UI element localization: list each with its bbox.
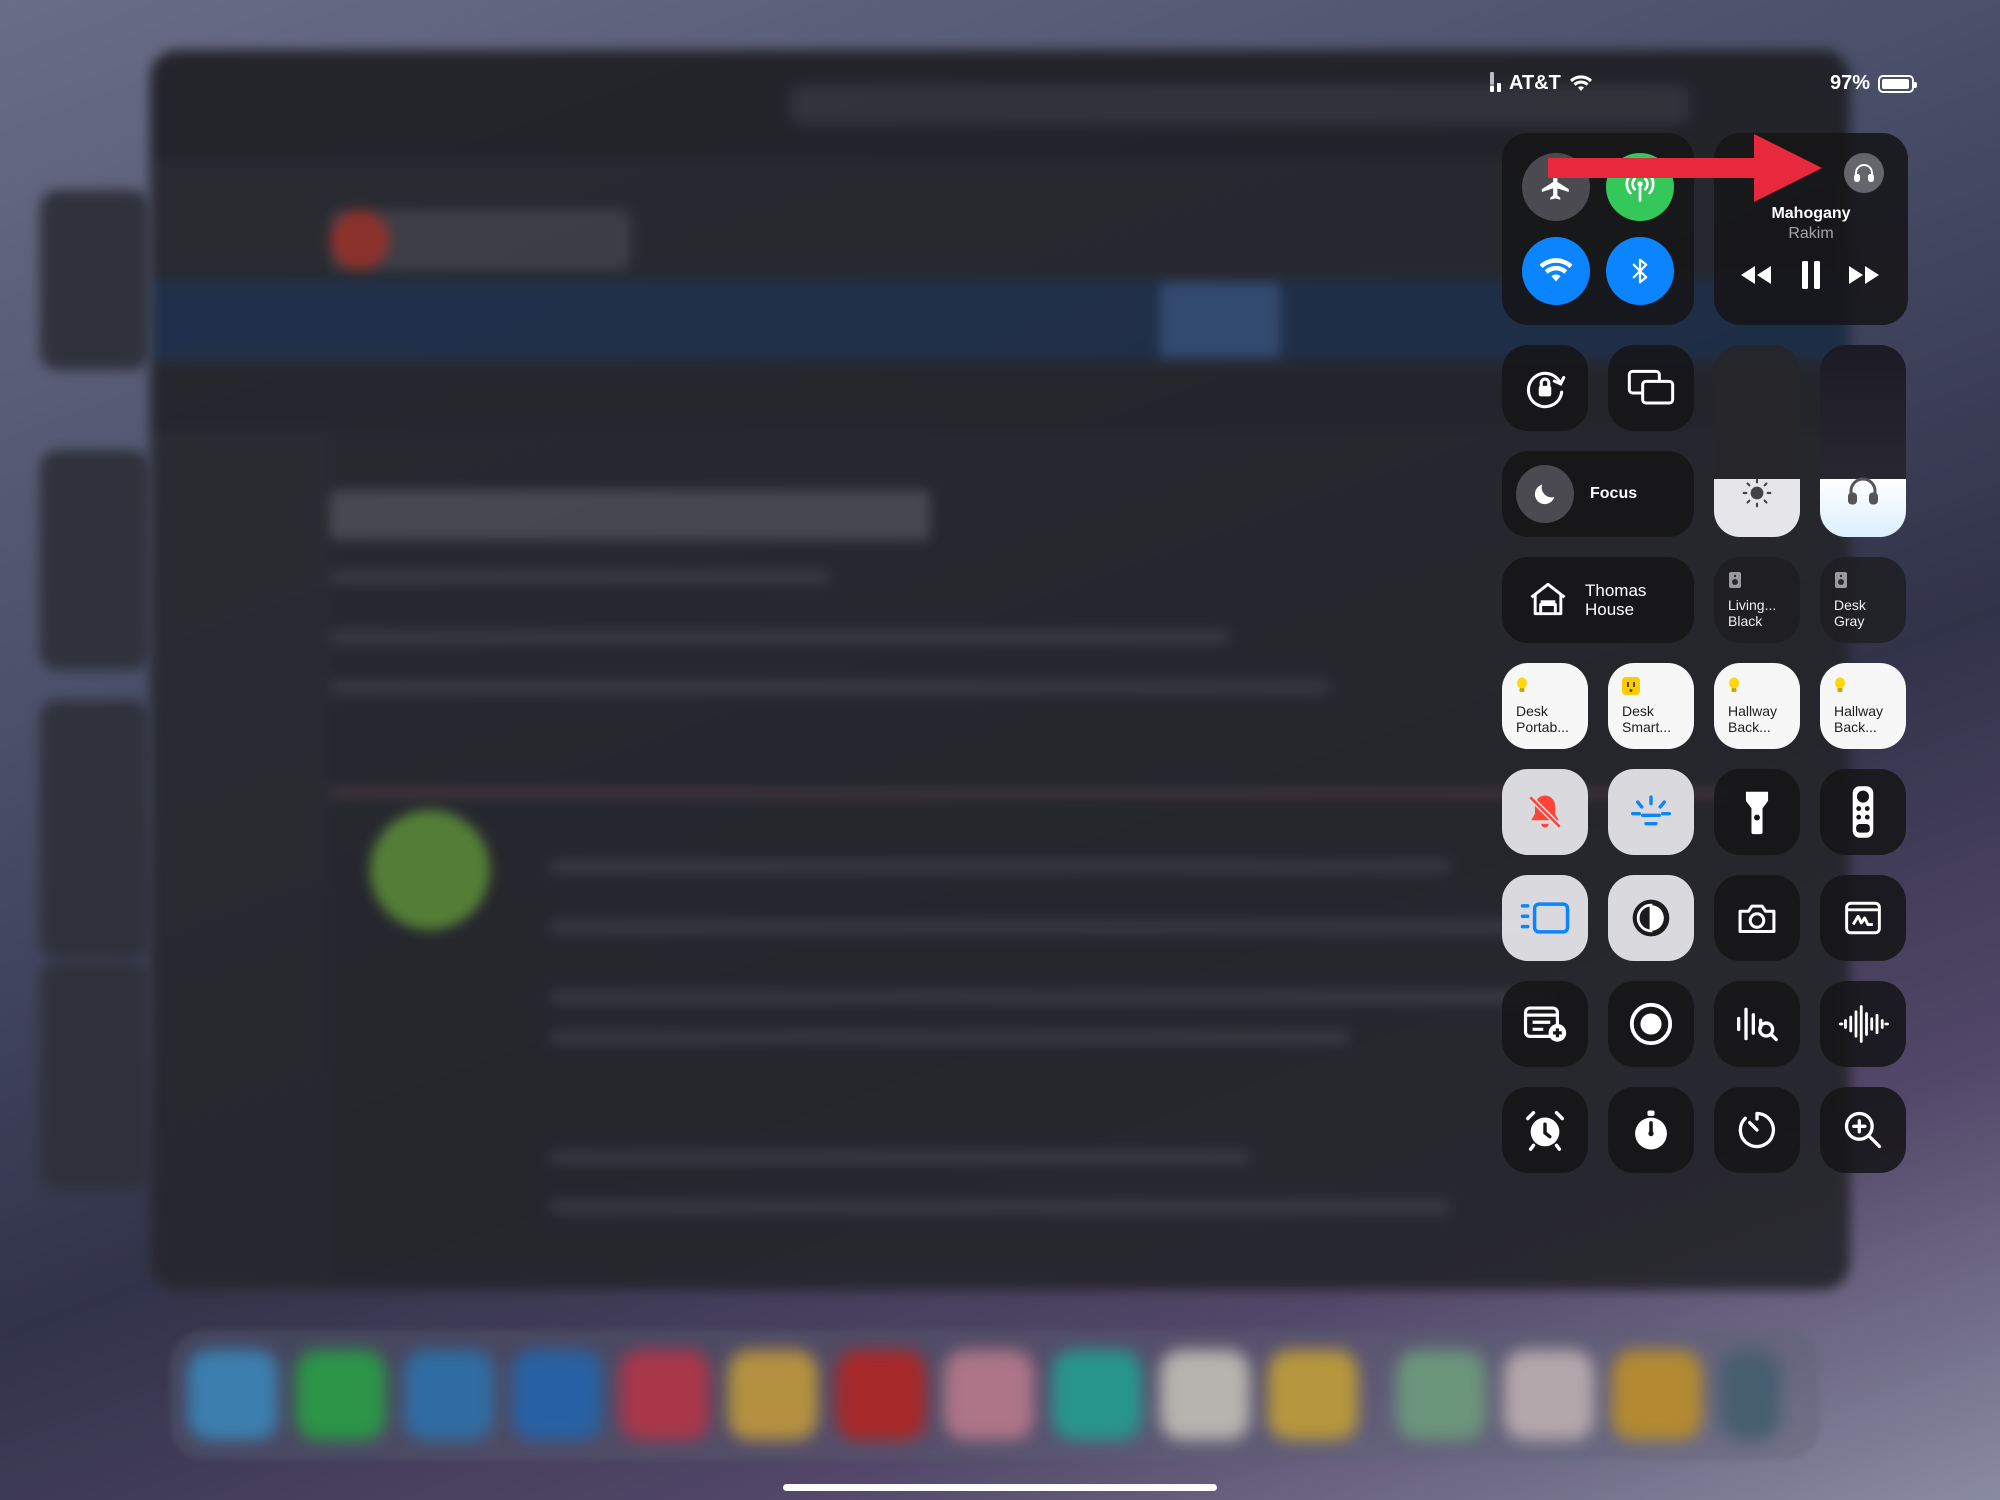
audio-output-button[interactable] xyxy=(1844,153,1884,193)
pause-icon xyxy=(1802,261,1820,289)
accessory-tile-hallway-2[interactable]: Hallway Back... xyxy=(1820,663,1906,749)
flashlight-button[interactable] xyxy=(1714,769,1800,855)
voice-memos-button[interactable] xyxy=(1820,981,1906,1067)
rewind-icon xyxy=(1741,266,1771,284)
headphones-icon xyxy=(1854,164,1874,182)
dark-mode-button[interactable] xyxy=(1608,875,1694,961)
speaker-tile-desk[interactable]: Desk Gray xyxy=(1820,557,1906,643)
status-bar-right: 97% xyxy=(1830,72,1918,95)
stopwatch-icon xyxy=(1635,1110,1667,1150)
brightness-slider[interactable] xyxy=(1714,345,1800,537)
add-note-icon xyxy=(1523,1006,1567,1042)
screen-recording-icon xyxy=(1629,1002,1673,1046)
timer-button[interactable] xyxy=(1714,1087,1800,1173)
camera-button[interactable] xyxy=(1714,875,1800,961)
accessory-label: Desk Portab... xyxy=(1516,703,1569,735)
focus-icon-circle xyxy=(1516,465,1574,523)
cellular-signal-icon xyxy=(1490,72,1501,92)
accessory-tile-hallway-1[interactable]: Hallway Back... xyxy=(1714,663,1800,749)
accessory-tile-desk-portable[interactable]: Desk Portab... xyxy=(1502,663,1588,749)
camera-icon xyxy=(1738,904,1776,934)
flashlight-icon xyxy=(1745,791,1769,835)
screen-recording-button[interactable] xyxy=(1608,981,1694,1067)
voice-memos-icon xyxy=(1838,1005,1889,1043)
bluetooth-icon xyxy=(1632,258,1648,284)
focus-label: Focus xyxy=(1590,485,1638,502)
now-playing-title: Mahogany xyxy=(1771,205,1851,222)
pause-button[interactable] xyxy=(1791,253,1831,297)
quick-note-button[interactable] xyxy=(1820,875,1906,961)
alarm-button[interactable] xyxy=(1502,1087,1588,1173)
annotation-arrow xyxy=(1548,134,1822,202)
magnifier-icon xyxy=(1844,1111,1882,1149)
dim-overlay xyxy=(0,0,2000,1500)
magnifier-button[interactable] xyxy=(1820,1087,1906,1173)
true-tone-icon xyxy=(1631,795,1672,826)
focus-button[interactable]: Focus xyxy=(1502,451,1694,537)
speaker-label: Desk Gray xyxy=(1834,597,1866,629)
battery-percent: 97% xyxy=(1830,72,1871,94)
home-label: Thomas House xyxy=(1585,581,1647,619)
accessory-tile-desk-smart[interactable]: Desk Smart... xyxy=(1608,663,1694,749)
outlet-icon xyxy=(1622,677,1640,695)
silent-mode-button[interactable] xyxy=(1502,769,1588,855)
alarm-icon xyxy=(1526,1111,1564,1151)
rewind-button[interactable] xyxy=(1736,255,1776,295)
sun-icon xyxy=(1742,478,1772,508)
lightbulb-icon xyxy=(1729,677,1739,692)
headphones-icon xyxy=(1848,477,1878,505)
home-button[interactable]: Thomas House xyxy=(1502,557,1694,643)
fast-forward-icon xyxy=(1849,266,1879,284)
speaker-tile-living[interactable]: Living... Black xyxy=(1714,557,1800,643)
volume-slider[interactable] xyxy=(1820,345,1906,537)
orientation-lock-button[interactable] xyxy=(1502,345,1588,431)
rotation-lock-icon xyxy=(1526,371,1566,409)
wifi-icon xyxy=(1539,258,1573,282)
bluetooth-button[interactable] xyxy=(1606,237,1674,305)
accessory-label: Hallway Back... xyxy=(1834,703,1884,735)
accessory-label: Hallway Back... xyxy=(1728,703,1778,735)
house-icon xyxy=(1530,582,1566,616)
screen-mirroring-button[interactable] xyxy=(1608,345,1694,431)
stopwatch-button[interactable] xyxy=(1608,1087,1694,1173)
lightbulb-icon xyxy=(1517,677,1527,692)
status-bar-left: AT&T xyxy=(1490,72,1593,95)
speaker-icon xyxy=(1729,572,1741,588)
sound-recognition-button[interactable] xyxy=(1714,981,1800,1067)
moon-icon xyxy=(1534,484,1555,505)
speaker-icon xyxy=(1835,572,1847,588)
fast-forward-button[interactable] xyxy=(1844,255,1884,295)
true-tone-button[interactable] xyxy=(1608,769,1694,855)
timer-icon xyxy=(1738,1111,1775,1149)
silent-mode-icon xyxy=(1528,795,1562,829)
stage-manager-button[interactable] xyxy=(1502,875,1588,961)
apple-tv-remote-icon xyxy=(1852,786,1874,838)
sound-recognition-icon xyxy=(1737,1007,1778,1042)
carrier-label: AT&T xyxy=(1509,72,1561,94)
now-playing-artist: Rakim xyxy=(1788,225,1834,242)
wifi-icon xyxy=(1569,74,1592,91)
screen-mirroring-icon xyxy=(1627,369,1675,405)
stage-manager-icon xyxy=(1520,902,1570,934)
wifi-button[interactable] xyxy=(1522,237,1590,305)
accessory-label: Desk Smart... xyxy=(1622,703,1672,735)
dark-mode-icon xyxy=(1632,899,1670,937)
lightbulb-icon xyxy=(1835,677,1845,692)
quick-note-icon xyxy=(1845,901,1881,935)
speaker-label: Living... Black xyxy=(1728,597,1777,629)
apple-tv-remote-button[interactable] xyxy=(1820,769,1906,855)
home-indicator[interactable] xyxy=(783,1484,1217,1491)
add-note-button[interactable] xyxy=(1502,981,1588,1067)
battery-icon xyxy=(1878,74,1918,93)
